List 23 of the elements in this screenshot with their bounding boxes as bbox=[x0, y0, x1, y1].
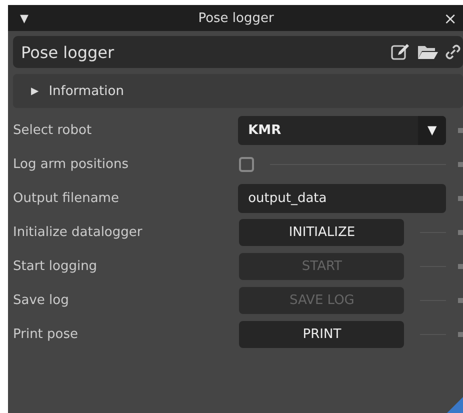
field-label: Output filename bbox=[13, 191, 120, 206]
field-label: Log arm positions bbox=[13, 157, 130, 172]
filename-field[interactable]: output_data bbox=[238, 184, 446, 213]
field-label: Initialize datalogger bbox=[13, 225, 144, 240]
field-label: Select robot bbox=[13, 123, 93, 138]
robot-dropdown[interactable]: KMR ▼ bbox=[238, 116, 446, 145]
edit-icon[interactable] bbox=[391, 43, 411, 61]
folder-icon[interactable] bbox=[417, 43, 439, 61]
action-button[interactable]: PRINT bbox=[239, 321, 404, 348]
panel-title: Pose logger bbox=[21, 42, 116, 62]
section-label: Information bbox=[48, 84, 124, 98]
close-button[interactable]: × bbox=[444, 8, 457, 28]
action-button[interactable]: INITIALIZE bbox=[239, 219, 404, 246]
information-section[interactable]: ▶ Information bbox=[13, 74, 463, 108]
window-title: Pose logger bbox=[197, 10, 275, 26]
checkbox[interactable] bbox=[239, 157, 254, 172]
resize-grip-icon[interactable] bbox=[447, 397, 463, 413]
link-icon[interactable] bbox=[445, 43, 461, 61]
expand-arrow: ▶ bbox=[31, 86, 39, 96]
collapse-toggle[interactable]: ▼ bbox=[20, 12, 28, 24]
field-label: Save log bbox=[13, 293, 70, 308]
field-label: Print pose bbox=[13, 327, 80, 342]
field-label: Start logging bbox=[13, 259, 98, 274]
